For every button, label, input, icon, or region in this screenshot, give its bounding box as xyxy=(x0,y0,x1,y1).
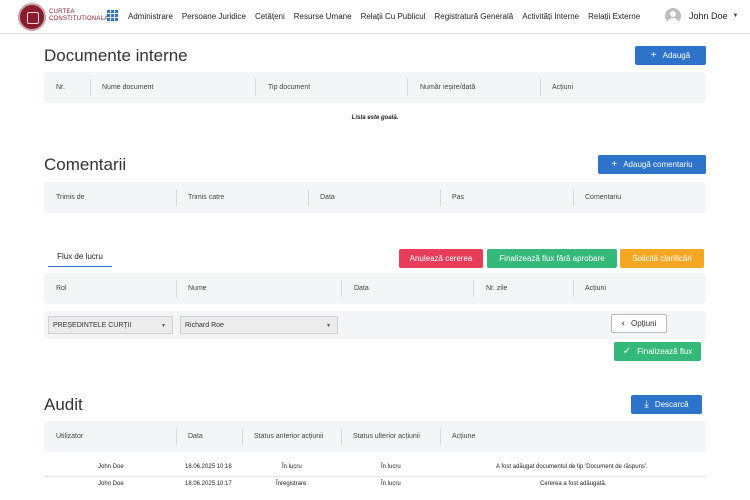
documente-interne-title: Documente interne xyxy=(44,46,188,65)
nav-item-registratura-generala[interactable]: Registratură Generală xyxy=(434,12,513,21)
audit-table-header: Utilizator Data Status anterior acțiunii… xyxy=(44,421,706,452)
audit-next-status: În lucru xyxy=(381,464,401,470)
column-numar-iesire: Număr ieșire/dată xyxy=(420,84,476,91)
audit-action: Cererea a fost adăugată. xyxy=(540,481,607,487)
audit-user: John Doe xyxy=(98,464,124,470)
plus-icon: + xyxy=(650,49,657,61)
download-button[interactable]: ⤓ Descarcă xyxy=(631,395,702,414)
user-name: John Doe xyxy=(689,11,728,21)
logo-line-1: CURTEA xyxy=(49,9,75,15)
flux-step-row: PREȘEDINTELE CURȚII ▼ Richard Roe ▼ ‹ Op… xyxy=(44,311,706,339)
column-trimis-catre: Trimis catre xyxy=(188,194,225,201)
add-comment-label: Adaugă comentariu xyxy=(623,160,693,169)
column-trimis-de: Trimis de xyxy=(56,194,85,201)
audit-row: John Doe 18.06.2025 10:18 În lucru În lu… xyxy=(44,460,706,475)
audit-user: John Doe xyxy=(98,481,124,487)
add-document-button[interactable]: + Adaugă xyxy=(635,46,706,65)
add-document-label: Adaugă xyxy=(662,51,691,60)
chevron-left-icon: ‹ xyxy=(621,317,625,329)
logo-text: CURTEA CONSTITUTIONALA xyxy=(49,9,108,23)
comentarii-table-header: Trimis de Trimis catre Data Pas Comentar… xyxy=(44,182,706,213)
add-comment-button[interactable]: + Adaugă comentariu xyxy=(598,155,706,174)
finalize-flux-button[interactable]: ✓ Finalizează flux xyxy=(614,342,701,361)
options-label: Opțiuni xyxy=(630,319,657,328)
nav-item-resurse-umane[interactable]: Resurse Umane xyxy=(294,12,352,21)
column-status-ulterior: Status ulterior acțiunii xyxy=(353,433,420,440)
avatar xyxy=(665,8,681,24)
name-select-value: Richard Roe xyxy=(185,321,224,329)
column-actiune: Acțiune xyxy=(452,433,476,440)
top-navbar: CURTEA CONSTITUTIONALA Administrare Pers… xyxy=(0,0,750,34)
name-select[interactable]: Richard Roe ▼ xyxy=(180,316,338,334)
cancel-request-button[interactable]: Anulează cererea xyxy=(399,249,483,268)
audit-date: 18.06.2025 10:17 xyxy=(185,481,232,487)
column-status-anterior: Status anterior acțiunii xyxy=(254,433,324,440)
nav-item-cetateni[interactable]: Cetățeni xyxy=(255,12,285,21)
audit-action: A fost adăugat documentul de tip 'Docume… xyxy=(496,464,648,470)
finalize-without-approval-button[interactable]: Finalizează flux fără aprobare xyxy=(487,249,617,268)
nav-item-administrare[interactable]: Administrare xyxy=(128,12,173,21)
audit-next-status: În lucru xyxy=(381,481,401,487)
apps-grid-icon[interactable] xyxy=(107,10,118,21)
check-icon: ✓ xyxy=(622,345,632,357)
column-data: Data xyxy=(354,285,369,292)
nav-item-persoane-juridice[interactable]: Persoane Juridice xyxy=(182,12,246,21)
audit-prev-status: În lucru xyxy=(282,464,302,470)
flux-table-header: Rol Nume Data Nr. zile Acțiuni xyxy=(44,273,706,304)
column-tip-document: Tip document xyxy=(268,84,311,91)
download-label: Descarcă xyxy=(654,400,689,409)
logo-line-2: CONSTITUTIONALA xyxy=(49,16,109,22)
column-data: Data xyxy=(320,194,335,201)
download-icon: ⤓ xyxy=(644,398,649,410)
caret-down-icon: ▼ xyxy=(732,13,739,19)
court-seal-icon xyxy=(18,3,46,31)
main-menu: Administrare Persoane Juridice Cetățeni … xyxy=(128,12,649,21)
role-select-value: PREȘEDINTELE CURȚII xyxy=(53,321,132,329)
column-nr-zile: Nr. zile xyxy=(486,285,508,292)
chevron-down-icon: ▼ xyxy=(161,323,166,329)
comentarii-title: Comentarii xyxy=(44,155,127,174)
audit-prev-status: Înregistrare xyxy=(276,481,307,487)
column-actiuni: Acțiuni xyxy=(552,84,574,91)
column-comentariu: Comentariu xyxy=(585,194,622,201)
user-menu[interactable]: John Doe ▼ xyxy=(665,6,738,26)
column-rol: Rol xyxy=(56,285,67,292)
audit-title: Audit xyxy=(44,395,83,414)
tab-flux-de-lucru[interactable]: Flux de lucru xyxy=(48,252,112,267)
column-data: Data xyxy=(188,433,203,440)
column-utilizator: Utilizator xyxy=(56,433,84,440)
column-actiuni: Acțiuni xyxy=(585,285,607,292)
audit-date: 18.06.2025 10:18 xyxy=(185,464,232,470)
column-nume-document: Nume document xyxy=(102,84,154,91)
options-button[interactable]: ‹ Opțiuni xyxy=(611,314,667,333)
column-nr: Nr. xyxy=(56,84,65,91)
nav-item-activitati-interne[interactable]: Activități Interne xyxy=(522,12,579,21)
audit-row: John Doe 18.06.2025 10:17 Înregistrare Î… xyxy=(44,477,706,492)
column-nume: Nume xyxy=(188,285,207,292)
nav-item-relatii-externe[interactable]: Relații Externe xyxy=(588,12,640,21)
plus-icon: + xyxy=(611,158,618,170)
nav-item-relatii-cu-publicul[interactable]: Relații Cu Publicul xyxy=(361,12,426,21)
documente-table-header: Nr. Nume document Tip document Număr ieș… xyxy=(44,72,706,103)
court-logo[interactable]: CURTEA CONSTITUTIONALA xyxy=(18,3,110,31)
empty-list-message: Lista este goală. xyxy=(351,115,399,121)
role-select[interactable]: PREȘEDINTELE CURȚII ▼ xyxy=(48,316,173,334)
request-clarifications-button[interactable]: Solicită clarificări xyxy=(620,249,704,268)
chevron-down-icon: ▼ xyxy=(326,323,331,329)
column-pas: Pas xyxy=(452,194,465,201)
finalize-flux-label: Finalizează flux xyxy=(637,347,693,356)
